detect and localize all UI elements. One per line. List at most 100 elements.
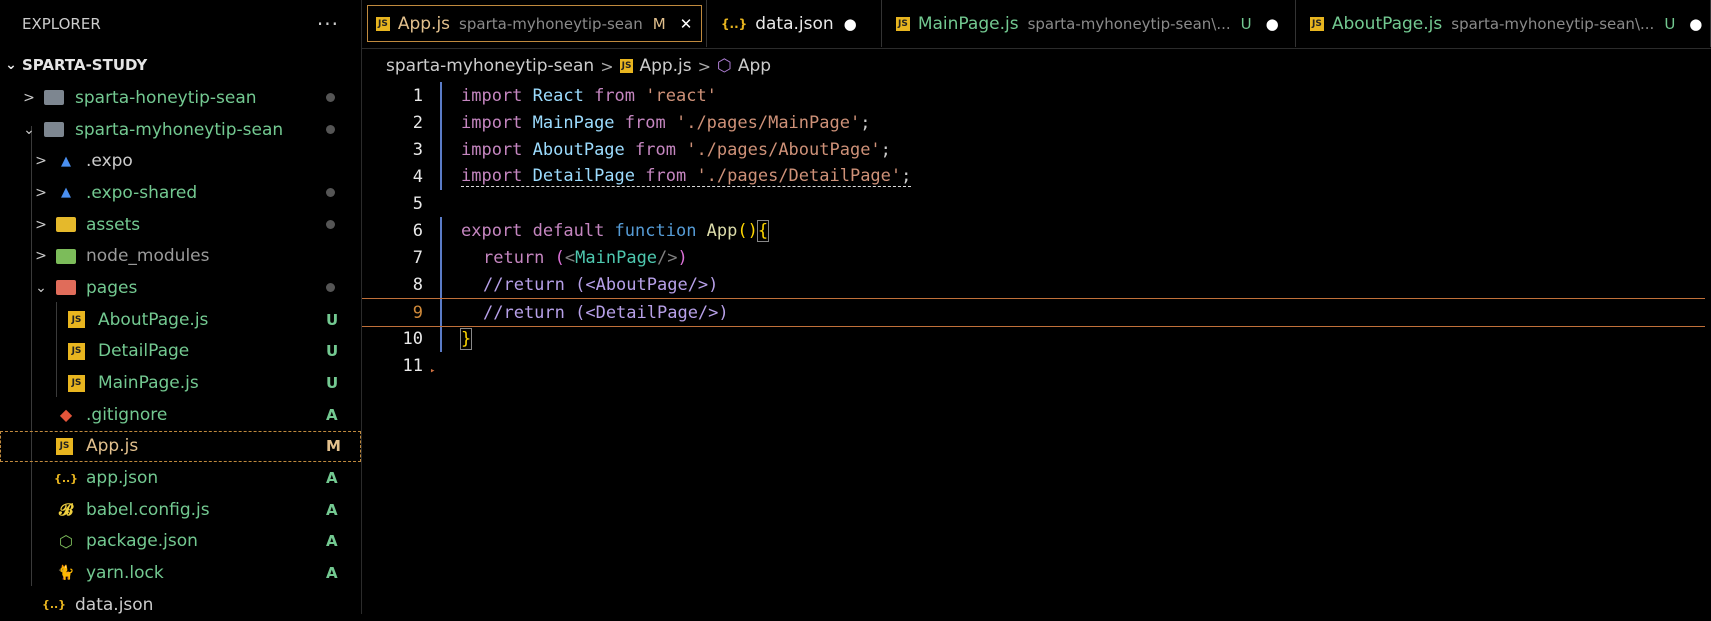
tab-label: data.json (755, 13, 834, 34)
git-status-dot (326, 93, 335, 103)
more-actions-icon[interactable]: ··· (317, 12, 339, 36)
tree-item[interactable]: 𝓑babel.config.js A (0, 494, 361, 526)
code-line: 6 export default function App(){ (362, 217, 1711, 244)
tree-item[interactable]: JS DetailPage U (0, 336, 361, 368)
identifier: MainPage (522, 112, 625, 133)
tab-label: AboutPage.js (1331, 13, 1443, 34)
line-number: 9 (412, 302, 423, 323)
node-modules-folder-icon (56, 248, 76, 264)
chevron-right-icon[interactable]: > (34, 217, 48, 233)
bracket: ( (544, 247, 565, 268)
tree-item-label: pages (86, 277, 138, 298)
identifier: React (522, 85, 595, 106)
tree-item[interactable]: JS MainPage.js U (0, 367, 361, 399)
identifier: AboutPage (522, 139, 636, 160)
tree-item-label: MainPage.js (98, 373, 199, 394)
folder-icon (44, 90, 64, 106)
code-line: 3 import AboutPage from './pages/AboutPa… (362, 136, 1711, 163)
punctuation: ; (901, 166, 912, 186)
punctuation: ; (860, 112, 871, 133)
tree-item[interactable]: ◆ .gitignore A (0, 399, 361, 431)
breadcrumb: sparta-myhoneytip-sean > JS App.js > ⬡ A… (362, 51, 771, 81)
git-status-badge: U (326, 374, 339, 393)
keyword: import (461, 112, 523, 133)
tab-description: sparta-myhoneytip-sean\... (1451, 14, 1655, 33)
unsaved-dot[interactable]: ● (1266, 15, 1279, 33)
chevron-down-icon[interactable]: ⌄ (22, 122, 36, 138)
unsaved-dot[interactable]: ● (1689, 15, 1702, 33)
tree-item[interactable]: > ▲ .expo (0, 145, 361, 177)
keyword: from (645, 166, 687, 186)
unsaved-dot[interactable]: ● (844, 15, 857, 33)
tab-description: sparta-myhoneytip-sean (459, 14, 643, 33)
keyword: import (461, 139, 523, 160)
code-editor[interactable]: 1 import React from 'react' 2 import Mai… (362, 82, 1711, 610)
git-status-badge: U (326, 342, 339, 361)
keyword: return (483, 247, 545, 268)
tree-item[interactable]: {..} data.json (0, 589, 361, 621)
workspace-root[interactable]: ⌄ SPARTA-STUDY (0, 48, 361, 82)
tree-item-label: node_modules (86, 246, 210, 267)
json-file-icon: {..} (721, 16, 748, 31)
tree-item[interactable]: {..} app.json A (0, 462, 361, 494)
code-line: 11 ▸ (362, 352, 1711, 379)
breadcrumb-separator: > (697, 56, 712, 76)
string: './pages/DetailPage' (686, 166, 902, 186)
tree-item-label: package.json (86, 531, 198, 552)
tree-item-label: DetailPage (98, 341, 190, 362)
breadcrumb-symbol[interactable]: App (738, 56, 771, 76)
line-number: 6 (412, 220, 423, 241)
keyword: from (624, 112, 666, 133)
tree-item-label: data.json (75, 594, 154, 615)
explorer-header: EXPLORER ··· (0, 0, 361, 48)
chevron-right-icon[interactable]: > (34, 248, 48, 264)
code-line: 5 (362, 190, 1711, 217)
keyword: from (635, 139, 676, 160)
breadcrumb-file[interactable]: App.js (639, 56, 691, 76)
tab-mainpage-js[interactable]: JS MainPage.js sparta-myhoneytip-sean\... U… (882, 0, 1296, 47)
tree-item-label: App.js (86, 436, 139, 457)
tree-item[interactable]: > ▲ .expo-shared (0, 177, 361, 209)
tree-item-label: yarn.lock (86, 563, 164, 584)
code-line: 2 import MainPage from './pages/MainPage… (362, 109, 1711, 136)
tree-item-label: babel.config.js (86, 499, 210, 520)
tab-app-js[interactable]: JS App.js sparta-myhoneytip-sean M ✕ (362, 0, 707, 47)
pages-folder-icon (56, 280, 76, 296)
chevron-right-icon[interactable]: > (34, 185, 48, 201)
string: './pages/MainPage' (665, 112, 861, 133)
bracket: () (737, 220, 758, 241)
code-line: 1 import React from 'react' (362, 82, 1711, 109)
js-file-icon: JS (68, 311, 85, 329)
tree-item[interactable]: ⌄ pages (0, 272, 361, 304)
close-icon[interactable]: ✕ (680, 15, 693, 33)
tab-label: App.js (397, 13, 451, 34)
expo-folder-icon: ▲ (61, 153, 71, 169)
line-number: 8 (412, 274, 423, 295)
tree-item-label: sparta-honeytip-sean (75, 87, 257, 108)
identifier: DetailPage (522, 166, 646, 186)
tree-item[interactable]: ⬡ package.json A (0, 526, 361, 558)
tree-item[interactable]: 🐈 yarn.lock A (0, 557, 361, 589)
chevron-right-icon[interactable]: > (22, 90, 36, 106)
code-line: 4 import DetailPage from './pages/Detail… (362, 163, 1711, 190)
explorer-title: EXPLORER (22, 15, 101, 33)
code-line: 7 return (<MainPage/>) (362, 244, 1711, 271)
json-file-icon: {..} (41, 598, 67, 612)
tab-aboutpage-js[interactable]: JS AboutPage.js sparta-myhoneytip-sean\...… (1296, 0, 1711, 47)
git-status-badge: U (326, 310, 339, 329)
js-file-icon: JS (376, 16, 390, 31)
jsx-bracket: < (564, 247, 576, 268)
tree-item[interactable]: JS AboutPage.js U (0, 304, 361, 336)
chevron-down-icon[interactable]: ⌄ (34, 280, 48, 296)
jsx-tag: MainPage (575, 247, 658, 268)
js-file-icon: JS (1310, 16, 1324, 31)
chevron-right-icon[interactable]: > (34, 153, 48, 169)
tab-data-json[interactable]: {..} data.json ● (707, 0, 882, 47)
tree-item[interactable]: > assets (0, 209, 361, 241)
explorer-sidebar: EXPLORER ··· ⌄ SPARTA-STUDY > sparta-hone… (0, 0, 362, 615)
breadcrumb-folder[interactable]: sparta-myhoneytip-sean (386, 56, 594, 76)
tree-item[interactable]: > sparta-honeytip-sean (0, 82, 361, 114)
tree-item[interactable]: ⌄ sparta-myhoneytip-sean (0, 114, 361, 146)
tree-item[interactable]: > node_modules (0, 240, 361, 272)
tree-item[interactable]: JS App.js M (0, 430, 361, 463)
